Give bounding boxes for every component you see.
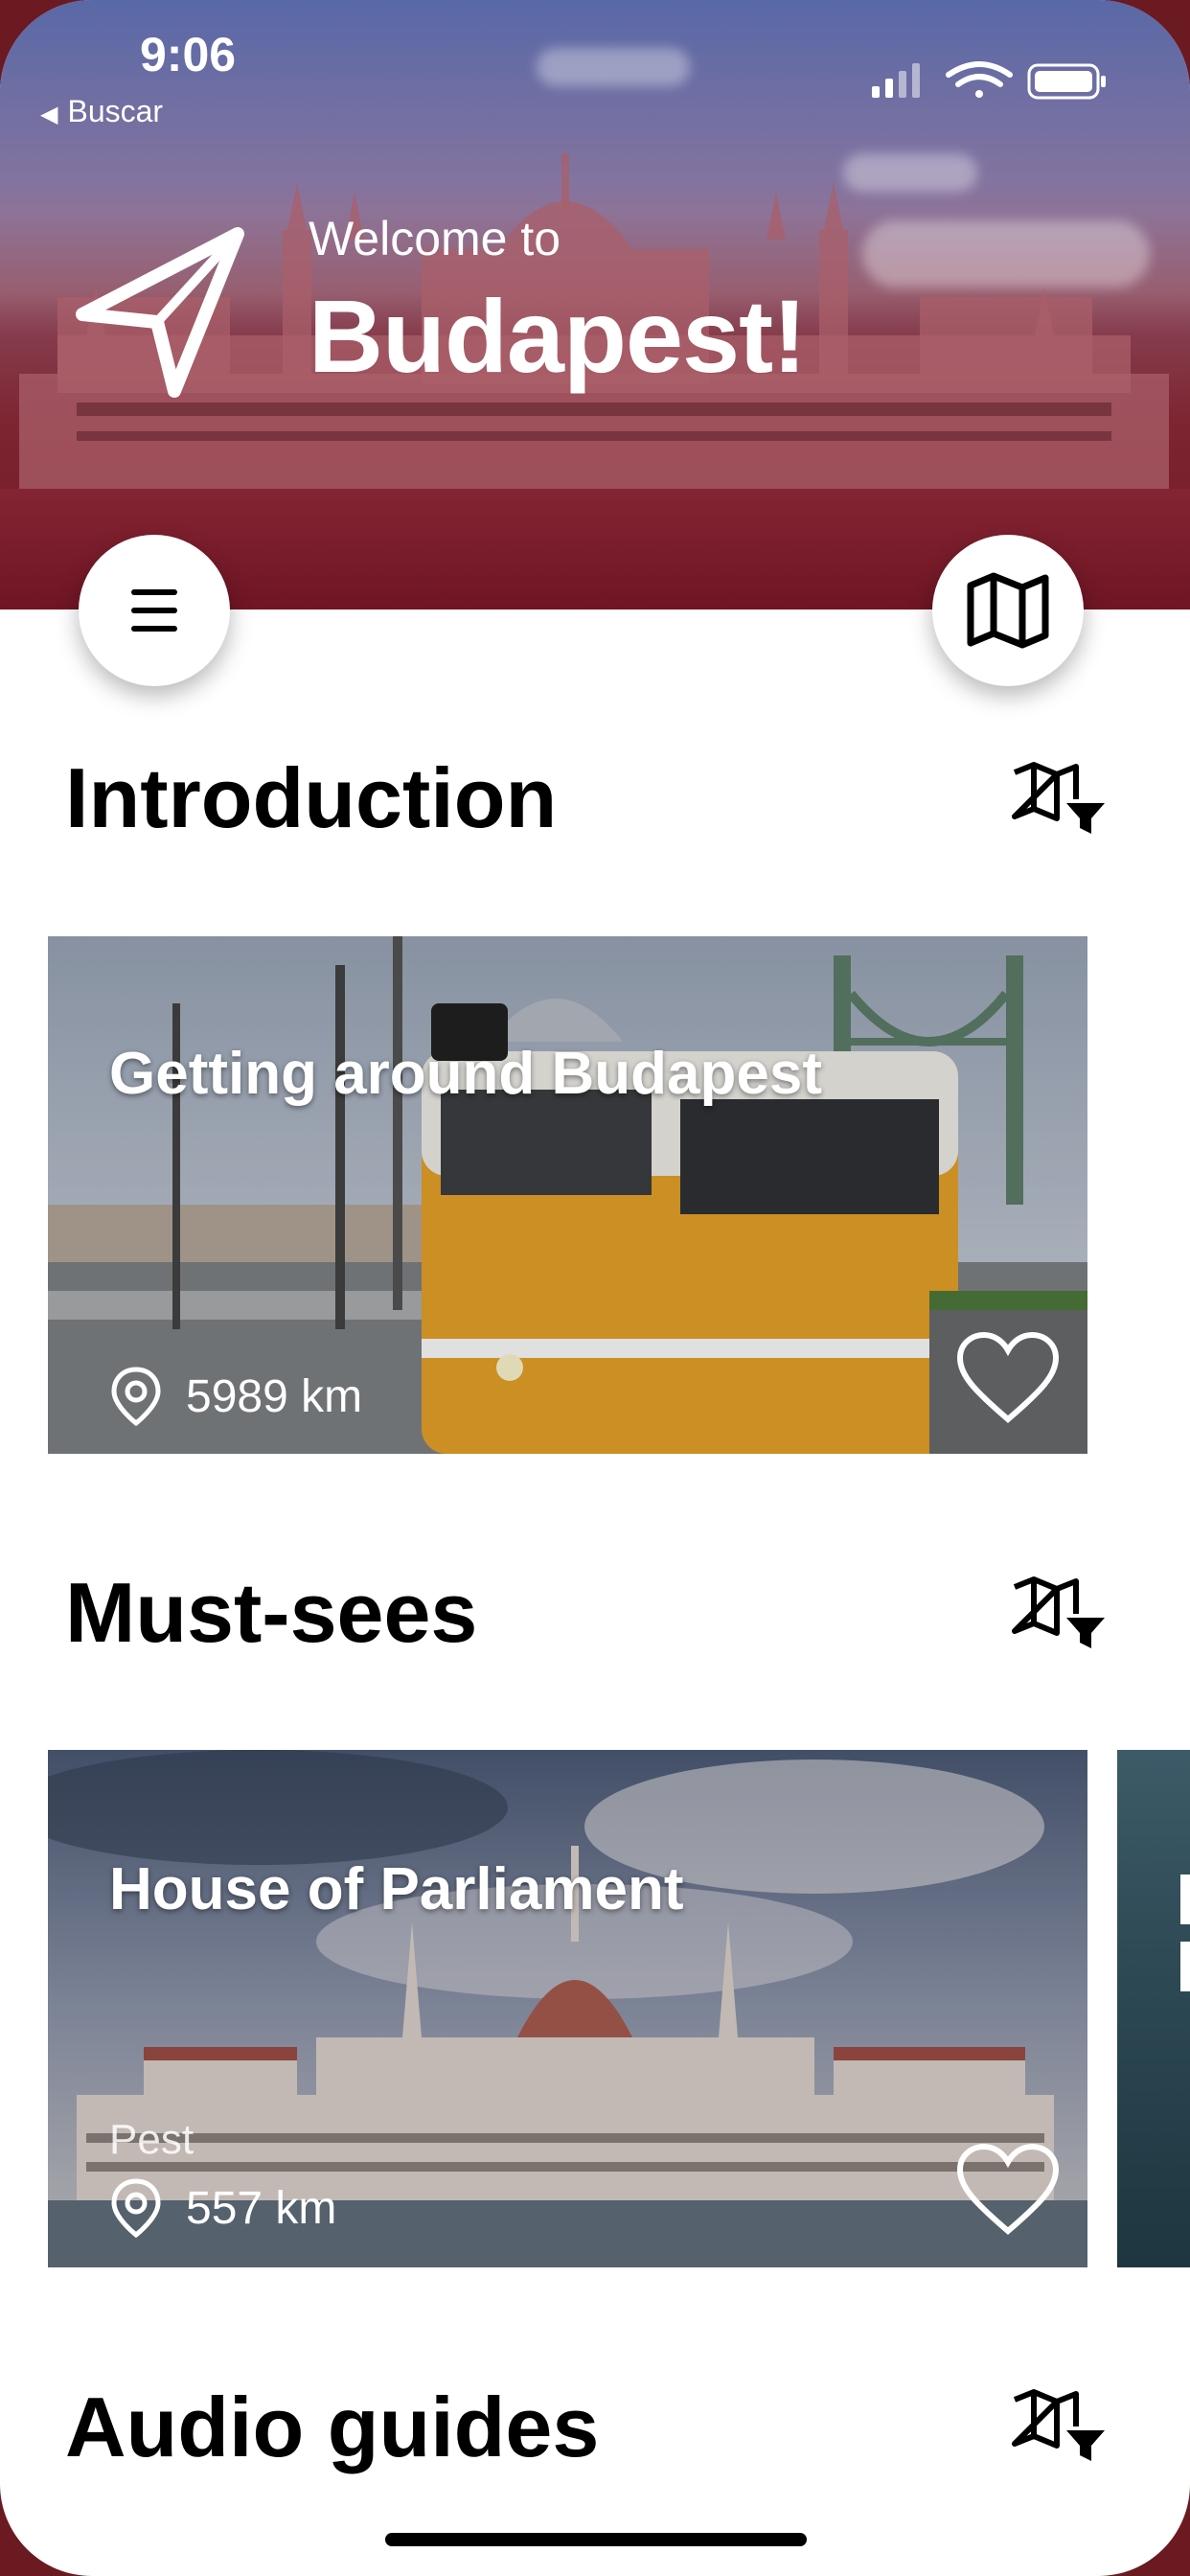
card-title: House of Parliament xyxy=(109,1856,684,1922)
heart-icon[interactable] xyxy=(955,2143,1061,2239)
back-to-search-link[interactable]: ◀ Buscar xyxy=(40,94,163,129)
welcome-text: Welcome to xyxy=(309,212,561,265)
wifi-icon xyxy=(946,61,1013,98)
back-label: Buscar xyxy=(67,94,164,128)
status-bar: 9:06 ◀ Buscar xyxy=(0,0,1190,134)
distance-value: 5989 km xyxy=(186,1370,363,1422)
peek-glyph xyxy=(1180,1874,1190,1924)
card-house-of-parliament[interactable]: House of Parliament Pest 557 km xyxy=(48,1750,1087,2267)
section-title-introduction: Introduction xyxy=(65,750,558,845)
card-title: Getting around Budapest xyxy=(109,1041,822,1107)
peek-glyph xyxy=(1180,1942,1190,1991)
map-filter-icon[interactable] xyxy=(1011,761,1107,838)
card-getting-around[interactable]: Getting around Budapest 5989 km xyxy=(48,936,1087,1454)
next-card-peek[interactable] xyxy=(1117,1750,1190,2267)
card-subtitle: Pest xyxy=(109,2116,195,2163)
menu-button[interactable] xyxy=(79,535,230,686)
app-screen: 9:06 ◀ Buscar Welcome to Budapest! Intro… xyxy=(0,0,1190,2576)
location-pin-icon xyxy=(111,2178,161,2239)
status-icons xyxy=(872,61,1106,100)
distance: 5989 km xyxy=(109,1366,362,1427)
map-icon xyxy=(967,572,1049,649)
status-time: 9:06 xyxy=(140,28,237,81)
section-title-must-sees: Must-sees xyxy=(65,1565,478,1660)
hamburger-menu-icon xyxy=(131,589,177,632)
heart-icon[interactable] xyxy=(955,1331,1061,1427)
signal-icon xyxy=(872,63,920,98)
header-hero: 9:06 ◀ Buscar Welcome to Budapest! xyxy=(0,0,1190,610)
distance-value: 557 km xyxy=(186,2182,337,2234)
city-title: Budapest! xyxy=(309,278,807,394)
distance: 557 km xyxy=(109,2177,336,2239)
map-button[interactable] xyxy=(932,535,1084,686)
battery-icon xyxy=(1027,63,1106,100)
map-filter-icon[interactable] xyxy=(1011,1576,1107,1652)
navigation-arrow-icon xyxy=(76,227,244,398)
location-pin-icon xyxy=(111,1367,161,1427)
section-title-audio-guides: Audio guides xyxy=(65,2380,600,2474)
back-triangle-icon: ◀ xyxy=(40,102,58,127)
home-indicator[interactable] xyxy=(385,2533,807,2546)
map-filter-icon[interactable] xyxy=(1011,2388,1107,2465)
